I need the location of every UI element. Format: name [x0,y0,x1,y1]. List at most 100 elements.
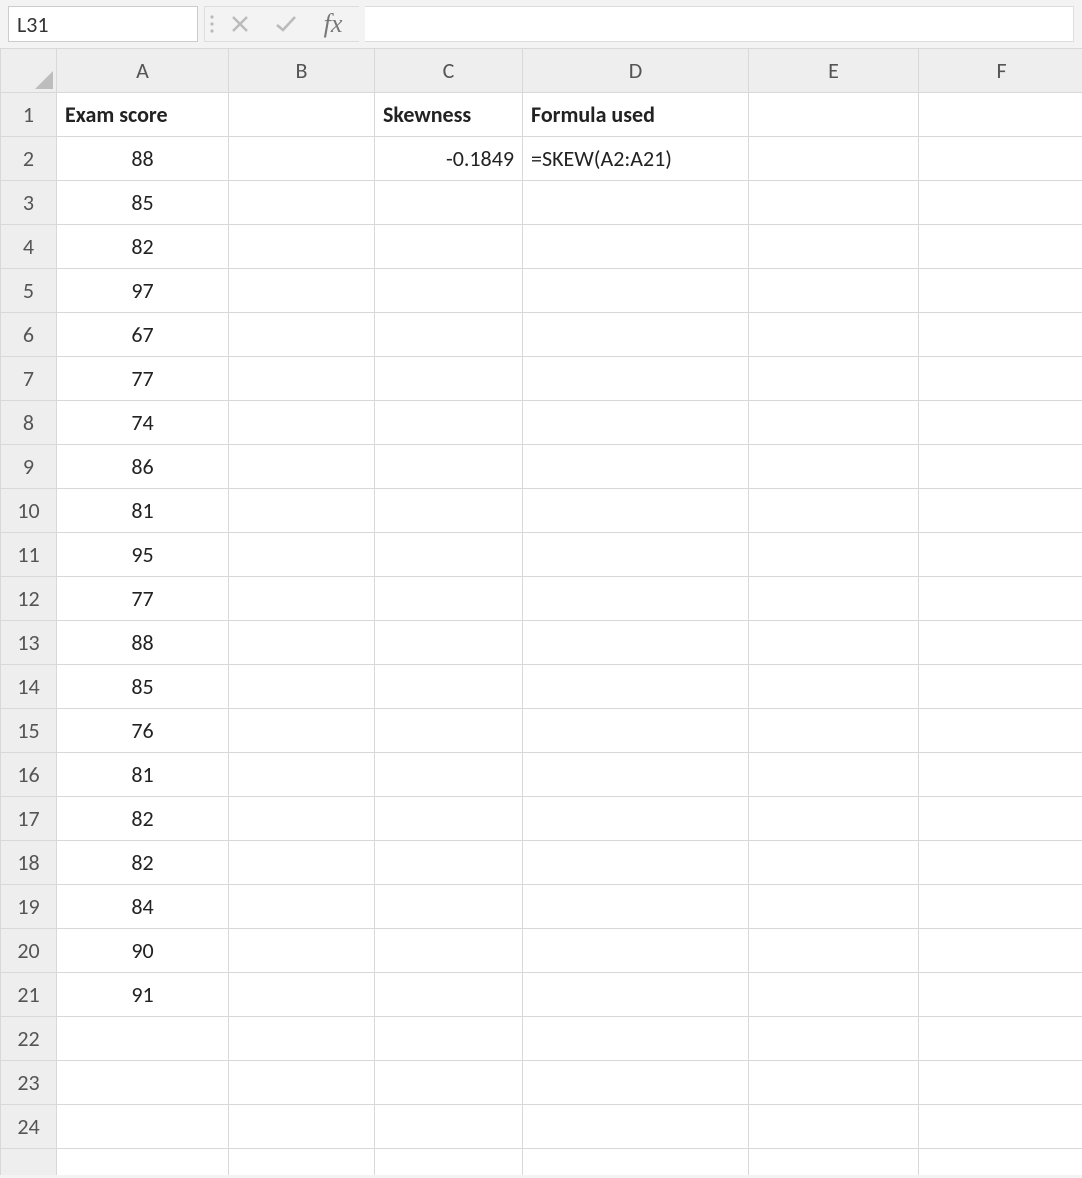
cell-E22[interactable] [749,1017,919,1061]
enter-button[interactable] [263,6,309,42]
cell-E9[interactable] [749,445,919,489]
cell-A8[interactable]: 74 [57,401,229,445]
cell-A15[interactable]: 76 [57,709,229,753]
cell-F24[interactable] [919,1105,1082,1149]
cell-C17[interactable] [375,797,523,841]
col-header-B[interactable]: B [229,49,375,93]
cell-A10[interactable]: 81 [57,489,229,533]
cell-A21[interactable]: 91 [57,973,229,1017]
cell-C3[interactable] [375,181,523,225]
cell-A9[interactable]: 86 [57,445,229,489]
cell-C25[interactable] [375,1149,523,1175]
cell-B15[interactable] [229,709,375,753]
cell-F7[interactable] [919,357,1082,401]
cell-F19[interactable] [919,885,1082,929]
row-header[interactable]: 20 [1,929,57,973]
cell-D8[interactable] [523,401,749,445]
cell-E7[interactable] [749,357,919,401]
cell-B1[interactable] [229,93,375,137]
row-header[interactable]: 4 [1,225,57,269]
cell-C20[interactable] [375,929,523,973]
cell-D12[interactable] [523,577,749,621]
cancel-button[interactable] [217,6,263,42]
name-box-wrap[interactable] [8,6,198,42]
cell-D11[interactable] [523,533,749,577]
cell-A14[interactable]: 85 [57,665,229,709]
cell-C10[interactable] [375,489,523,533]
row-header[interactable]: 18 [1,841,57,885]
cell-C14[interactable] [375,665,523,709]
row-header[interactable]: 6 [1,313,57,357]
cell-F5[interactable] [919,269,1082,313]
cell-B13[interactable] [229,621,375,665]
cell-D18[interactable] [523,841,749,885]
row-header[interactable]: 2 [1,137,57,181]
col-header-C[interactable]: C [375,49,523,93]
row-header[interactable]: 11 [1,533,57,577]
cell-D23[interactable] [523,1061,749,1105]
cell-B5[interactable] [229,269,375,313]
cell-B24[interactable] [229,1105,375,1149]
cell-E15[interactable] [749,709,919,753]
cell-C2[interactable]: -0.1849 [375,137,523,181]
col-header-A[interactable]: A [57,49,229,93]
row-header[interactable]: 24 [1,1105,57,1149]
cell-B4[interactable] [229,225,375,269]
cell-D25[interactable] [523,1149,749,1175]
row-header[interactable]: 17 [1,797,57,841]
cell-C22[interactable] [375,1017,523,1061]
row-header[interactable]: 22 [1,1017,57,1061]
cell-D19[interactable] [523,885,749,929]
cell-E24[interactable] [749,1105,919,1149]
select-all-corner[interactable] [1,49,57,93]
cell-B17[interactable] [229,797,375,841]
cell-B8[interactable] [229,401,375,445]
cell-B23[interactable] [229,1061,375,1105]
cell-E14[interactable] [749,665,919,709]
row-header[interactable]: 7 [1,357,57,401]
row-header[interactable]: 8 [1,401,57,445]
cell-D20[interactable] [523,929,749,973]
cell-C5[interactable] [375,269,523,313]
cell-E6[interactable] [749,313,919,357]
cell-C24[interactable] [375,1105,523,1149]
cell-E20[interactable] [749,929,919,973]
cell-A23[interactable] [57,1061,229,1105]
cell-C12[interactable] [375,577,523,621]
cell-C21[interactable] [375,973,523,1017]
cell-C8[interactable] [375,401,523,445]
cell-F15[interactable] [919,709,1082,753]
cell-F13[interactable] [919,621,1082,665]
cell-D16[interactable] [523,753,749,797]
cell-F12[interactable] [919,577,1082,621]
cell-A17[interactable]: 82 [57,797,229,841]
cell-B9[interactable] [229,445,375,489]
cell-C18[interactable] [375,841,523,885]
cell-B20[interactable] [229,929,375,973]
cell-F23[interactable] [919,1061,1082,1105]
cell-B3[interactable] [229,181,375,225]
cell-D24[interactable] [523,1105,749,1149]
cell-F20[interactable] [919,929,1082,973]
cell-B6[interactable] [229,313,375,357]
col-header-E[interactable]: E [749,49,919,93]
cell-E3[interactable] [749,181,919,225]
cell-F18[interactable] [919,841,1082,885]
cell-E11[interactable] [749,533,919,577]
row-header[interactable]: 10 [1,489,57,533]
cell-E4[interactable] [749,225,919,269]
row-header[interactable]: 14 [1,665,57,709]
cell-B22[interactable] [229,1017,375,1061]
cell-B18[interactable] [229,841,375,885]
cell-D2[interactable]: =SKEW(A2:A21) [523,137,749,181]
row-header[interactable]: 5 [1,269,57,313]
row-header[interactable] [1,1149,57,1175]
cell-B7[interactable] [229,357,375,401]
cell-F4[interactable] [919,225,1082,269]
cell-C16[interactable] [375,753,523,797]
cell-E12[interactable] [749,577,919,621]
cell-E10[interactable] [749,489,919,533]
cell-A19[interactable]: 84 [57,885,229,929]
cell-E18[interactable] [749,841,919,885]
cell-A25[interactable] [57,1149,229,1175]
